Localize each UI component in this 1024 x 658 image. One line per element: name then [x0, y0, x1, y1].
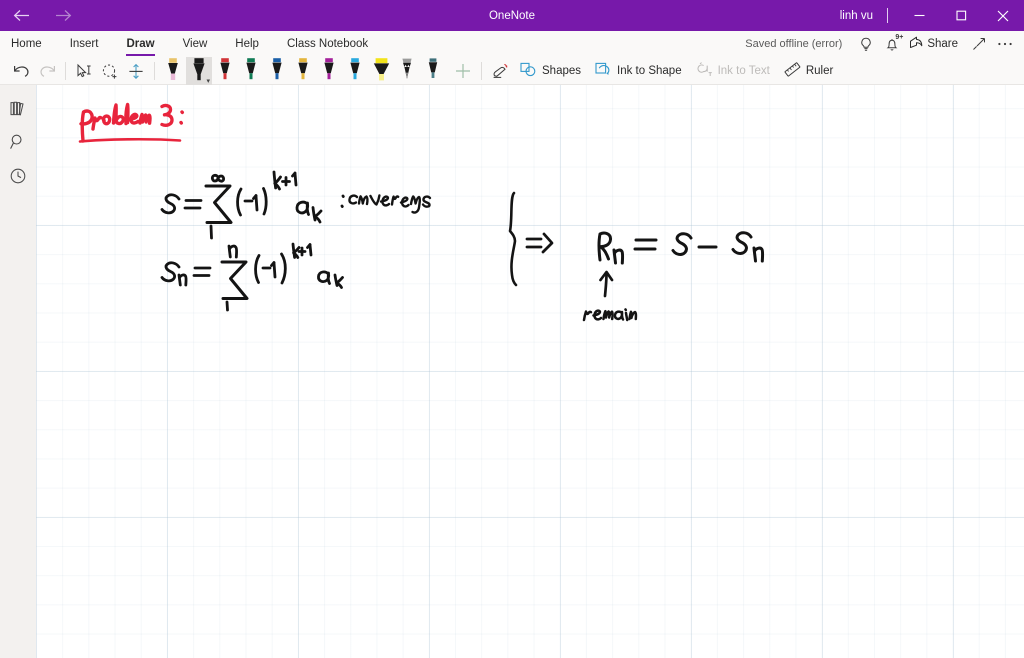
chevron-down-icon[interactable]: ▾ [206, 78, 210, 85]
sidebar-item-recent[interactable] [0, 159, 36, 193]
ink-to-shape-button[interactable]: Ink to Shape [588, 58, 689, 84]
save-status-text: Saved offline (error) [745, 38, 843, 50]
ink-to-text-icon [696, 62, 713, 80]
tab-help[interactable]: Help [235, 31, 259, 57]
ribbon-tabs: Home Insert Draw View Help Class Noteboo… [0, 31, 382, 57]
eraser-icon[interactable] [487, 58, 513, 84]
heading-underline [78, 137, 182, 143]
share-label: Share [927, 38, 958, 50]
pen-gold[interactable] [290, 57, 316, 85]
ruler-label: Ruler [805, 65, 834, 77]
ribbon-status-group: Saved offline (error) 9+ Share [745, 31, 1018, 57]
tab-home[interactable]: Home [11, 31, 42, 57]
ellipsis-icon[interactable] [992, 31, 1018, 57]
ink-brace-implies [508, 191, 554, 287]
toolbar-divider-2 [154, 62, 155, 80]
tab-class-notebook[interactable]: Class Notebook [287, 31, 368, 57]
ink-to-text-label: Ink to Text [717, 65, 770, 77]
share-button[interactable]: Share [905, 31, 966, 57]
ink-heading [78, 102, 184, 143]
ruler-button[interactable]: Ruler [777, 58, 840, 84]
pen-highlighter-pink[interactable] [160, 57, 186, 85]
pen-cyan[interactable] [342, 57, 368, 85]
ink-layer [78, 102, 765, 322]
highlighter-yellow[interactable] [368, 57, 394, 85]
note-canvas[interactable] [36, 85, 1024, 658]
toolbar-divider-1 [65, 62, 66, 80]
pencil-gray[interactable] [394, 57, 420, 85]
add-pen-icon[interactable] [450, 58, 476, 84]
pen-teal[interactable] [420, 57, 446, 85]
pen-green[interactable] [238, 57, 264, 85]
sidebar-item-notebooks[interactable] [0, 91, 36, 125]
maximize-icon[interactable] [940, 0, 982, 31]
ink-up-arrow [599, 270, 614, 298]
undo-icon[interactable] [8, 58, 34, 84]
ink-to-shape-icon [595, 62, 612, 80]
title-bar: OneNote linh vu [0, 0, 1024, 31]
draw-toolbar: ▾ Shapes Ink to Shape Ink to Text Ruler [0, 57, 1024, 85]
ink-remainder-equation [597, 231, 765, 265]
ribbon: Home Insert Draw View Help Class Noteboo… [0, 31, 1024, 85]
ruler-icon [784, 62, 801, 80]
select-text-icon[interactable] [71, 58, 97, 84]
bell-icon[interactable]: 9+ [879, 31, 905, 57]
pen-magenta[interactable] [316, 57, 342, 85]
close-icon[interactable] [982, 0, 1024, 31]
onenote-window: OneNote linh vu Home Insert Draw View He… [0, 0, 1024, 658]
ink-remain-label [582, 308, 638, 322]
ink-partial-sum-line [160, 242, 344, 312]
left-sidebar [0, 85, 36, 658]
tab-draw[interactable]: Draw [126, 31, 155, 57]
expand-arrow-icon[interactable] [966, 31, 992, 57]
sidebar-item-search[interactable] [0, 125, 36, 159]
ink-to-text-button[interactable]: Ink to Text [689, 58, 777, 84]
minimize-icon[interactable] [898, 0, 940, 31]
ink-to-shape-label: Ink to Shape [617, 65, 682, 77]
shapes-icon [520, 62, 537, 80]
insert-space-icon[interactable] [123, 58, 149, 84]
lasso-select-icon[interactable] [97, 58, 123, 84]
shapes-label: Shapes [542, 65, 582, 77]
titlebar-right-group: linh vu [840, 0, 1024, 31]
ink-series-line [160, 170, 432, 240]
back-arrow-icon[interactable] [0, 0, 42, 31]
redo-icon[interactable] [34, 58, 60, 84]
tab-view[interactable]: View [183, 31, 208, 57]
pen-red[interactable] [212, 57, 238, 85]
titlebar-divider [887, 8, 888, 23]
toolbar-divider-3 [481, 62, 482, 80]
pen-black[interactable]: ▾ [186, 57, 212, 85]
pen-blue[interactable] [264, 57, 290, 85]
notification-badge: 9+ [895, 34, 904, 41]
share-icon [909, 36, 923, 52]
shapes-button[interactable]: Shapes [513, 58, 588, 84]
lightbulb-icon[interactable] [853, 31, 879, 57]
tab-insert[interactable]: Insert [70, 31, 99, 57]
account-name[interactable]: linh vu [840, 10, 887, 22]
forward-arrow-icon[interactable] [42, 0, 84, 31]
